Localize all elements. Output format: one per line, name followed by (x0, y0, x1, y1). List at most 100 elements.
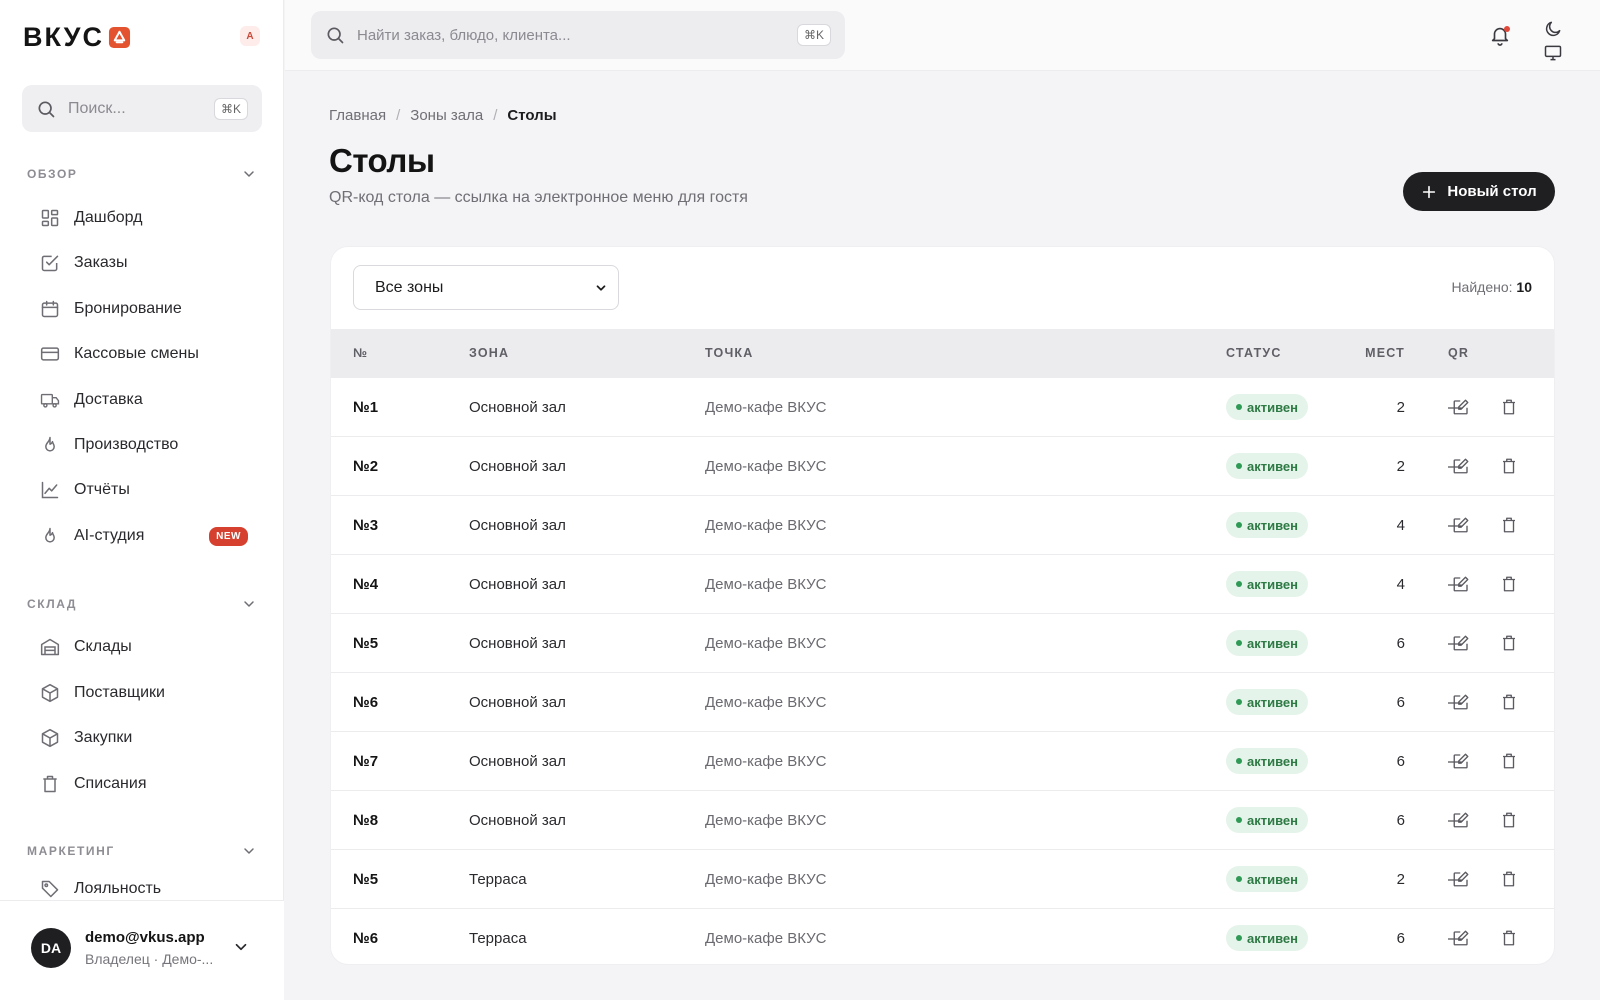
column-seats[interactable]: МЕСТ (1337, 346, 1405, 360)
table-point: Демо-кафе ВКУС (705, 812, 827, 829)
monitor-icon[interactable] (1543, 43, 1563, 63)
edit-icon[interactable] (1452, 811, 1470, 829)
sidebar-item-cash-shifts[interactable]: Кассовые смены (40, 338, 248, 370)
brand-logo[interactable]: ВКУС (23, 22, 131, 53)
table-row[interactable]: №6 Терраса Демо-кафе ВКУС 6 — активен (331, 908, 1554, 964)
table-number: №1 (353, 399, 379, 416)
edit-icon[interactable] (1452, 575, 1470, 593)
table-seats: 4 (1396, 517, 1405, 534)
sidebar-item-warehouses[interactable]: Склады (40, 631, 248, 663)
breadcrumb-home[interactable]: Главная (329, 107, 386, 124)
global-search-shortcut: ⌘K (796, 24, 831, 46)
table-seats: 6 (1396, 635, 1405, 652)
section-warehouse-label: СКЛАД (27, 597, 78, 611)
table-number: №7 (353, 753, 379, 770)
trash-icon[interactable] (1500, 811, 1518, 829)
sidebar-item-label: Кассовые смены (74, 345, 199, 362)
table-row[interactable]: №6 Основной зал Демо-кафе ВКУС 6 — актив… (331, 672, 1554, 731)
table-seats: 6 (1396, 812, 1405, 829)
section-warehouse[interactable]: СКЛАД (27, 596, 257, 612)
trash-icon[interactable] (1500, 457, 1518, 475)
edit-icon[interactable] (1452, 457, 1470, 475)
table-zone: Терраса (469, 930, 527, 947)
trash-icon[interactable] (1500, 693, 1518, 711)
sidebar-search-input[interactable]: Поиск... ⌘K (22, 85, 262, 132)
sidebar-item-label: Закупки (74, 729, 133, 746)
new-table-button-label: Новый стол (1447, 183, 1537, 200)
status-dot (1236, 404, 1242, 410)
chevron-down-icon[interactable] (232, 938, 250, 956)
status-badge: активен (1226, 630, 1308, 656)
avatar[interactable]: DA (31, 928, 71, 968)
edit-icon[interactable] (1452, 516, 1470, 534)
tag-icon (40, 879, 60, 899)
table-row[interactable]: №7 Основной зал Демо-кафе ВКУС 6 — актив… (331, 731, 1554, 790)
edit-icon[interactable] (1452, 929, 1470, 947)
table-seats: 6 (1396, 694, 1405, 711)
column-status[interactable]: СТАТУС (1226, 346, 1282, 360)
sidebar-item-booking[interactable]: Бронирование (40, 293, 248, 325)
breadcrumb-zones[interactable]: Зоны зала (410, 107, 483, 124)
table-point: Демо-кафе ВКУС (705, 576, 827, 593)
sidebar-item-write-offs[interactable]: Списания (40, 768, 248, 800)
sidebar-item-orders[interactable]: Заказы (40, 247, 248, 279)
zone-filter-select[interactable]: Все зоны (353, 265, 619, 310)
table-seats: 6 (1396, 753, 1405, 770)
sidebar-item-label: Доставка (74, 391, 143, 408)
trash-icon[interactable] (1500, 634, 1518, 652)
breadcrumb-separator: / (396, 107, 401, 124)
tables-card: Все зоны Найдено: 10 № ЗОНА ТОЧКА МЕСТ Q… (330, 246, 1555, 965)
sidebar-item-label: Заказы (74, 254, 128, 271)
sidebar-item-purchases[interactable]: Закупки (40, 722, 248, 754)
table-seats: 4 (1396, 576, 1405, 593)
trash-icon[interactable] (1500, 929, 1518, 947)
column-point[interactable]: ТОЧКА (705, 346, 754, 360)
table-row[interactable]: №5 Основной зал Демо-кафе ВКУС 6 — актив… (331, 613, 1554, 672)
new-badge: NEW (209, 526, 248, 546)
moon-icon[interactable] (1543, 19, 1563, 39)
new-table-button[interactable]: Новый стол (1403, 172, 1555, 211)
table-seats: 2 (1396, 399, 1405, 416)
table-number: №6 (353, 694, 379, 711)
trash-icon[interactable] (1500, 516, 1518, 534)
table-row[interactable]: №4 Основной зал Демо-кафе ВКУС 4 — актив… (331, 554, 1554, 613)
sidebar-item-dashboard[interactable]: Дашборд (40, 202, 248, 234)
trash-icon[interactable] (1500, 870, 1518, 888)
chevron-down-icon (596, 284, 606, 291)
trash-icon[interactable] (1500, 575, 1518, 593)
table-row[interactable]: №8 Основной зал Демо-кафе ВКУС 6 — актив… (331, 790, 1554, 849)
edit-icon[interactable] (1452, 870, 1470, 888)
section-overview[interactable]: ОБЗОР (27, 166, 257, 182)
table-zone: Терраса (469, 871, 527, 888)
chevron-down-icon (244, 848, 254, 854)
edit-icon[interactable] (1452, 634, 1470, 652)
status-text: активен (1247, 930, 1298, 946)
table-row[interactable]: №5 Терраса Демо-кафе ВКУС 2 — активен (331, 849, 1554, 908)
sidebar-item-reports[interactable]: Отчёты (40, 474, 248, 506)
column-number[interactable]: № (353, 346, 368, 360)
lang-badge[interactable]: A (240, 26, 260, 46)
section-overview-label: ОБЗОР (27, 167, 78, 181)
table-row[interactable]: №1 Основной зал Демо-кафе ВКУС 2 — актив… (331, 377, 1554, 436)
trash-icon[interactable] (1500, 752, 1518, 770)
sidebar-item-delivery[interactable]: Доставка (40, 384, 248, 416)
sidebar-item-production[interactable]: Производство (40, 429, 248, 461)
section-marketing[interactable]: МАРКЕТИНГ (27, 843, 257, 859)
status-text: активен (1247, 753, 1298, 769)
sidebar-item-ai-studio[interactable]: AI-студия NEW (40, 520, 248, 552)
edit-icon[interactable] (1452, 398, 1470, 416)
sidebar-item-loyalty[interactable]: Лояльность (40, 878, 248, 900)
column-qr[interactable]: QR (1448, 346, 1469, 360)
global-search-input[interactable]: Найти заказ, блюдо, клиента... ⌘K (311, 11, 845, 59)
edit-icon[interactable] (1452, 752, 1470, 770)
table-row[interactable]: №2 Основной зал Демо-кафе ВКУС 2 — актив… (331, 436, 1554, 495)
table-point: Демо-кафе ВКУС (705, 458, 827, 475)
trash-icon[interactable] (1500, 398, 1518, 416)
column-zone[interactable]: ЗОНА (469, 346, 509, 360)
status-text: активен (1247, 812, 1298, 828)
table-row[interactable]: №3 Основной зал Демо-кафе ВКУС 4 — актив… (331, 495, 1554, 554)
table-point: Демо-кафе ВКУС (705, 635, 827, 652)
sidebar-item-suppliers[interactable]: Поставщики (40, 677, 248, 709)
table-number: №2 (353, 458, 379, 475)
edit-icon[interactable] (1452, 693, 1470, 711)
